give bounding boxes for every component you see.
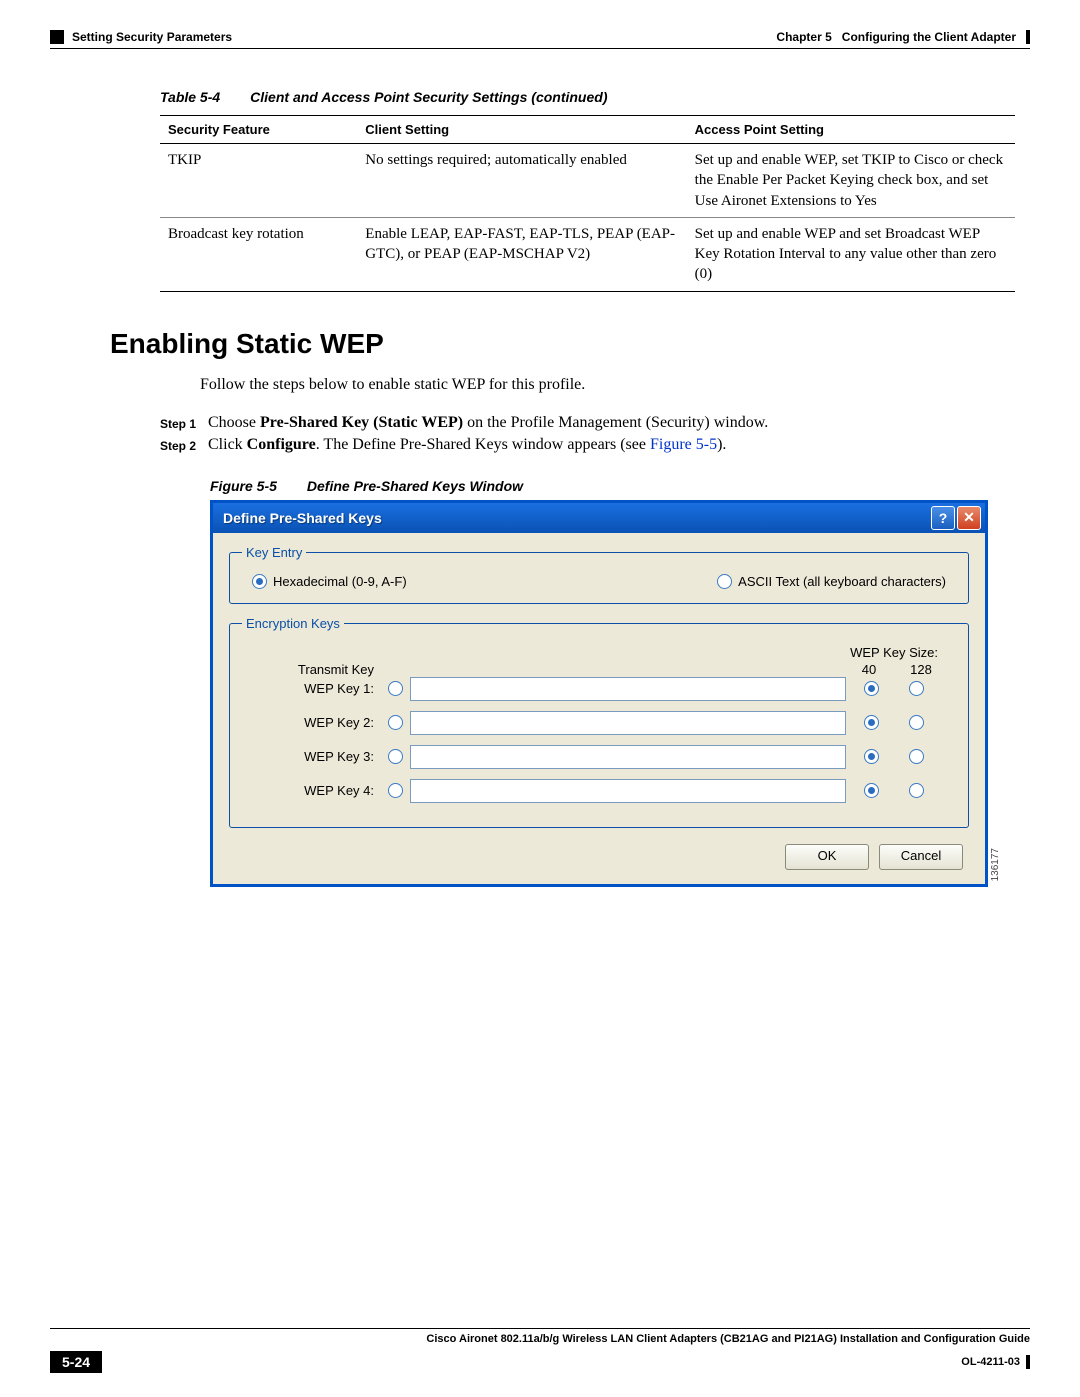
step-row: Step 1 Choose Pre-Shared Key (Static WEP…	[160, 414, 1030, 432]
table-row: Broadcast key rotation Enable LEAP, EAP-…	[160, 217, 1015, 291]
define-preshared-keys-window: Define Pre-Shared Keys ? ✕ Key Entry Hex…	[210, 500, 988, 887]
header-rule	[50, 48, 1030, 49]
chapter-title: Configuring the Client Adapter	[842, 30, 1016, 44]
wep-key-3-label: WEP Key 3:	[242, 749, 380, 764]
size-40-radio[interactable]	[864, 749, 879, 764]
header-marker-right	[1026, 30, 1030, 44]
table-row: TKIP No settings required; automatically…	[160, 144, 1015, 218]
radio-hex-label: Hexadecimal (0-9, A-F)	[273, 574, 407, 589]
table-header-row: Security Feature Client Setting Access P…	[160, 116, 1015, 144]
chapter-label: Chapter 5	[776, 30, 831, 44]
cell-feature: TKIP	[160, 144, 357, 218]
figure-caption: Figure 5-5 Define Pre-Shared Keys Window	[210, 478, 1030, 494]
transmit-key-label: Transmit Key	[242, 662, 380, 677]
radio-ascii[interactable]: ASCII Text (all keyboard characters)	[717, 574, 946, 589]
wep-key-1-input[interactable]	[410, 677, 846, 701]
wep-key-row: WEP Key 4:	[242, 779, 956, 803]
step-label: Step 1	[160, 414, 208, 432]
size-128-radio[interactable]	[909, 715, 924, 730]
key-entry-legend: Key Entry	[242, 545, 306, 560]
wep-key-2-input[interactable]	[410, 711, 846, 735]
transmit-key-radio[interactable]	[388, 715, 403, 730]
section-heading: Enabling Static WEP	[110, 328, 1030, 360]
wep-key-row: WEP Key 3:	[242, 745, 956, 769]
encryption-keys-legend: Encryption Keys	[242, 616, 344, 631]
footer-guide-title: Cisco Aironet 802.11a/b/g Wireless LAN C…	[50, 1333, 1030, 1345]
transmit-key-radio[interactable]	[388, 783, 403, 798]
cell-client: No settings required; automatically enab…	[357, 144, 686, 218]
th-client-setting: Client Setting	[357, 116, 686, 144]
wep-key-4-label: WEP Key 4:	[242, 783, 380, 798]
cell-ap: Set up and enable WEP and set Broadcast …	[687, 217, 1015, 291]
wep-key-row: WEP Key 1:	[242, 677, 956, 701]
page-footer: Cisco Aironet 802.11a/b/g Wireless LAN C…	[50, 1328, 1030, 1373]
help-button[interactable]: ?	[931, 506, 955, 530]
cell-client: Enable LEAP, EAP-FAST, EAP-TLS, PEAP (EA…	[357, 217, 686, 291]
security-settings-table: Security Feature Client Setting Access P…	[160, 115, 1015, 292]
th-ap-setting: Access Point Setting	[687, 116, 1015, 144]
size-40-radio[interactable]	[864, 783, 879, 798]
page-header: Setting Security Parameters Chapter 5 Co…	[50, 30, 1030, 44]
table-label: Table 5-4	[160, 89, 220, 105]
th-security-feature: Security Feature	[160, 116, 357, 144]
radio-hex[interactable]: Hexadecimal (0-9, A-F)	[252, 574, 407, 589]
table-caption: Table 5-4 Client and Access Point Securi…	[160, 89, 1030, 105]
size-128-radio[interactable]	[909, 749, 924, 764]
close-button[interactable]: ✕	[957, 506, 981, 530]
footer-marker-right	[1026, 1355, 1030, 1369]
radio-ascii-label: ASCII Text (all keyboard characters)	[738, 574, 946, 589]
radio-icon	[717, 574, 732, 589]
transmit-key-radio[interactable]	[388, 749, 403, 764]
radio-icon	[252, 574, 267, 589]
header-marker-left	[50, 30, 64, 44]
wep-key-2-label: WEP Key 2:	[242, 715, 380, 730]
size-128-radio[interactable]	[909, 783, 924, 798]
page-number: 5-24	[50, 1351, 102, 1373]
step-text: Click Configure. The Define Pre-Shared K…	[208, 436, 726, 454]
size-40-radio[interactable]	[864, 681, 879, 696]
size-40-label: 40	[858, 662, 880, 677]
wep-key-1-label: WEP Key 1:	[242, 681, 380, 696]
size-40-radio[interactable]	[864, 715, 879, 730]
size-128-label: 128	[910, 662, 932, 677]
table-title: Client and Access Point Security Setting…	[250, 89, 607, 105]
wep-key-row: WEP Key 2:	[242, 711, 956, 735]
window-title: Define Pre-Shared Keys	[223, 510, 382, 526]
figure-reference-link[interactable]: Figure 5-5	[650, 436, 717, 453]
wep-key-4-input[interactable]	[410, 779, 846, 803]
wep-key-3-input[interactable]	[410, 745, 846, 769]
step-text: Choose Pre-Shared Key (Static WEP) on th…	[208, 414, 768, 432]
key-entry-group: Key Entry Hexadecimal (0-9, A-F) ASCII T…	[229, 545, 969, 604]
doc-id: OL-4211-03	[961, 1356, 1020, 1368]
cell-ap: Set up and enable WEP, set TKIP to Cisco…	[687, 144, 1015, 218]
encryption-keys-group: Encryption Keys WEP Key Size: Transmit K…	[229, 616, 969, 828]
cancel-button[interactable]: Cancel	[879, 844, 963, 870]
step-label: Step 2	[160, 436, 208, 454]
step-row: Step 2 Click Configure. The Define Pre-S…	[160, 436, 1030, 454]
section-breadcrumb: Setting Security Parameters	[72, 30, 232, 44]
intro-paragraph: Follow the steps below to enable static …	[200, 376, 1030, 394]
cell-feature: Broadcast key rotation	[160, 217, 357, 291]
ok-button[interactable]: OK	[785, 844, 869, 870]
wep-key-size-label: WEP Key Size:	[798, 645, 938, 660]
image-id-label: 136177	[990, 848, 1001, 881]
figure-title: Define Pre-Shared Keys Window	[307, 478, 523, 494]
size-128-radio[interactable]	[909, 681, 924, 696]
transmit-key-radio[interactable]	[388, 681, 403, 696]
figure-label: Figure 5-5	[210, 478, 277, 494]
window-titlebar: Define Pre-Shared Keys ? ✕	[213, 503, 985, 533]
